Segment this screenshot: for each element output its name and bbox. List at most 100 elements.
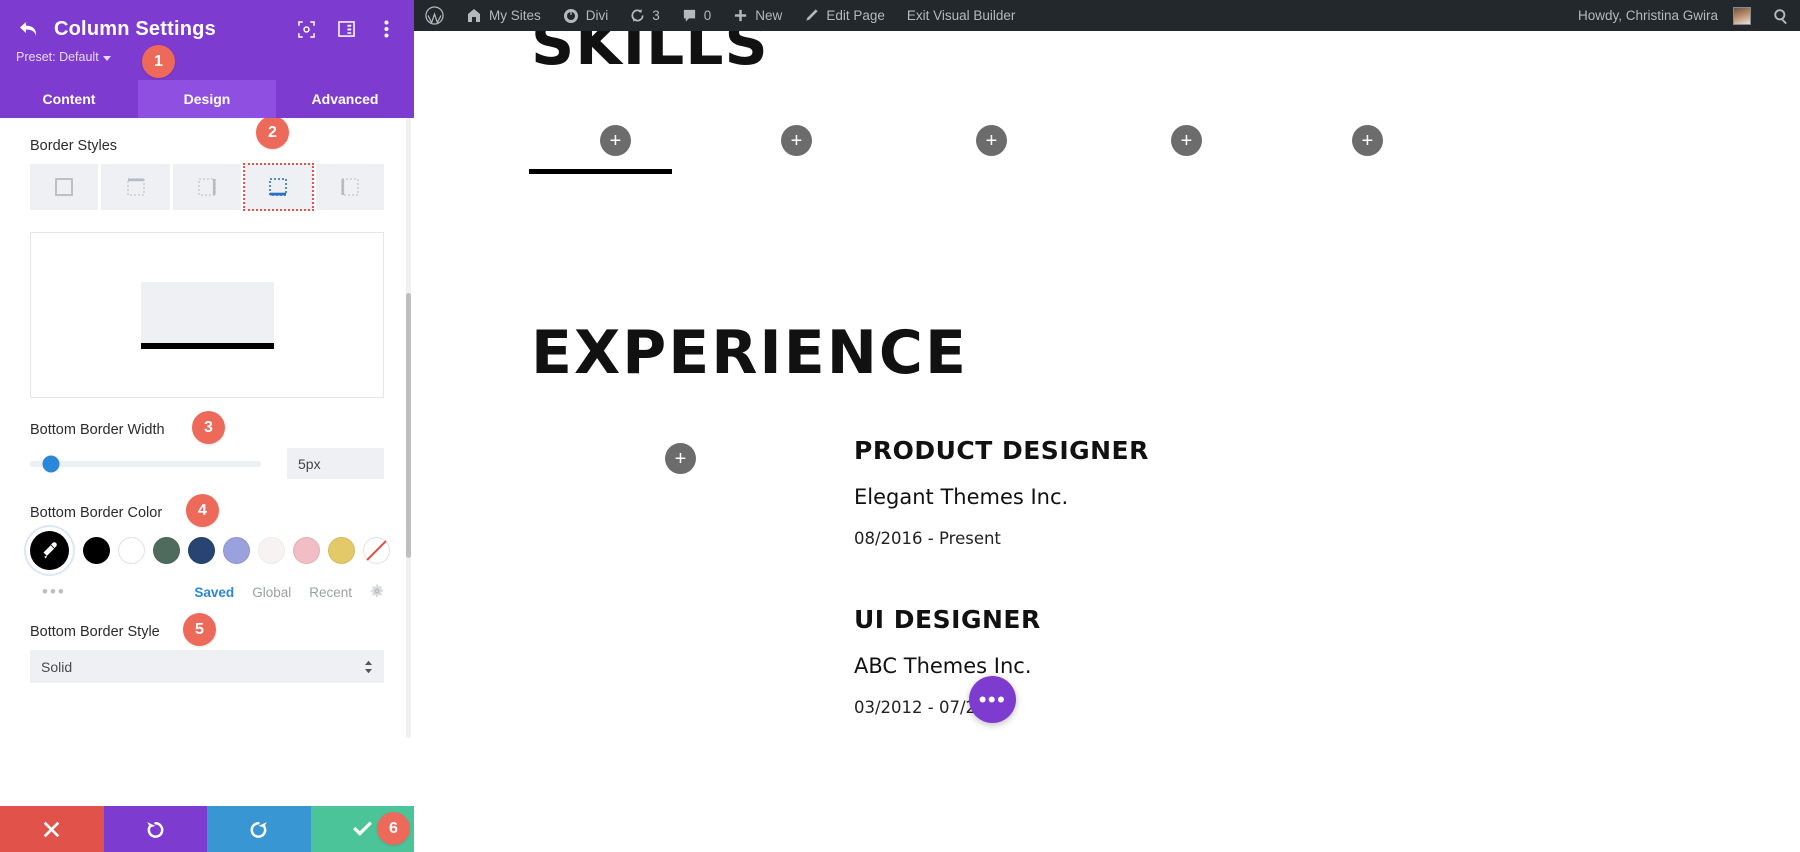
skills-heading: SKILLS <box>531 31 769 79</box>
slider-knob[interactable] <box>42 455 60 472</box>
ellipsis-icon: ••• <box>978 686 1007 712</box>
back-arrow-icon[interactable] <box>16 18 42 40</box>
skills-underline <box>529 169 672 174</box>
add-module-button[interactable]: + <box>600 125 631 156</box>
color-tab-saved[interactable]: Saved <box>194 585 234 600</box>
chevron-down-icon <box>102 55 111 61</box>
adminbar-item-comments[interactable]: 0 <box>671 0 723 31</box>
comment-icon <box>683 9 695 22</box>
color-swatch-navy[interactable] <box>188 537 215 564</box>
border-style-all-sides[interactable] <box>30 164 99 210</box>
color-swatch-periwinkle[interactable] <box>223 537 250 564</box>
add-module-button[interactable]: + <box>1171 125 1202 156</box>
color-swatch-gold[interactable] <box>328 537 355 564</box>
callout-badge-4: 4 <box>186 494 219 527</box>
border-all-sides-icon <box>55 178 74 196</box>
color-tab-recent[interactable]: Recent <box>309 585 352 600</box>
border-styles-label-text: Border Styles <box>30 138 118 154</box>
border-preview-shape <box>140 281 274 349</box>
callout-badge-2: 2 <box>256 118 289 149</box>
adminbar-item-exit-visual-builder[interactable]: Exit Visual Builder <box>896 0 1027 31</box>
panel-body: Border Styles 2 Bottom Border Width 3 5p… <box>0 118 414 806</box>
border-style-right[interactable] <box>172 164 242 210</box>
divi-icon <box>563 8 578 23</box>
job-company: Elegant Themes Inc. <box>854 485 1069 509</box>
column-settings-panel: Column Settings Preset: Default 1 Conten… <box>0 0 414 852</box>
updates-icon <box>631 9 644 22</box>
bottom-border-width-slider[interactable] <box>30 455 261 472</box>
add-module-button[interactable]: + <box>1352 125 1383 156</box>
scrollbar-thumb[interactable] <box>406 293 411 558</box>
adminbar-label-edit-page: Edit Page <box>826 8 885 23</box>
color-swatch-white[interactable] <box>118 537 145 564</box>
layout-columns-icon[interactable] <box>336 19 356 39</box>
add-module-button[interactable]: + <box>976 125 1007 156</box>
border-style-top[interactable] <box>101 164 170 210</box>
job-dates: 08/2016 - Present <box>854 529 1001 548</box>
pencil-icon <box>806 9 818 21</box>
adminbar-label-new: New <box>755 8 783 23</box>
tab-design[interactable]: Design <box>138 80 276 118</box>
bottom-border-color-label-text: Bottom Border Color <box>30 505 163 521</box>
color-tab-global[interactable]: Global <box>252 585 291 600</box>
color-swatch-green[interactable] <box>153 537 180 564</box>
border-style-left[interactable] <box>315 164 385 210</box>
sites-icon <box>468 8 480 22</box>
gear-icon[interactable] <box>370 584 384 601</box>
redo-icon <box>250 821 268 838</box>
adminbar-item-updates[interactable]: 3 <box>619 0 671 31</box>
wp-admin-bar: My Sites Divi 3 0 New Edit Page Exit Vis… <box>414 0 1800 31</box>
cancel-button[interactable] <box>0 806 104 852</box>
plus-icon: + <box>674 447 687 470</box>
adminbar-right-group: Howdy, Christina Gwira <box>1567 0 1800 31</box>
color-picker-button[interactable] <box>30 531 69 570</box>
color-swatch-pink[interactable] <box>293 537 320 564</box>
ellipsis-icon[interactable]: ••• <box>30 582 66 602</box>
adminbar-item-edit-page[interactable]: Edit Page <box>793 0 896 31</box>
panel-action-bar: 6 <box>0 806 414 852</box>
undo-button[interactable] <box>103 806 207 852</box>
avatar <box>1733 6 1751 25</box>
bottom-border-width-input[interactable]: 5px <box>287 448 384 479</box>
adminbar-search-button[interactable] <box>1762 0 1800 31</box>
tab-advanced[interactable]: Advanced <box>276 80 414 118</box>
adminbar-label-comments: 0 <box>703 8 712 23</box>
adminbar-wordpress-logo[interactable] <box>414 0 455 31</box>
page-settings-fab[interactable]: ••• <box>969 676 1016 723</box>
adminbar-label-updates: 3 <box>652 8 660 23</box>
color-options-row: ••• Saved Global Recent <box>30 582 384 602</box>
color-swatch-black[interactable] <box>83 537 110 564</box>
callout-badge-3: 3 <box>192 411 225 444</box>
callout-badge-1: 1 <box>142 45 175 78</box>
border-top-only-icon <box>126 178 145 196</box>
adminbar-item-new[interactable]: New <box>722 0 793 31</box>
redo-button[interactable] <box>207 806 311 852</box>
plus-icon: + <box>609 129 622 152</box>
adminbar-account[interactable]: Howdy, Christina Gwira <box>1567 0 1762 31</box>
add-module-button[interactable]: + <box>665 443 696 474</box>
kebab-menu-icon[interactable] <box>376 19 396 39</box>
preset-label: Preset: Default <box>16 50 99 64</box>
plus-icon: + <box>1180 129 1193 152</box>
job-title: UI DESIGNER <box>854 605 1041 634</box>
checkmark-icon <box>352 821 372 836</box>
search-icon <box>1774 8 1787 24</box>
bottom-border-style-select[interactable]: Solid <box>30 650 384 683</box>
plus-icon: + <box>1361 129 1374 152</box>
chevron-updown-icon <box>364 660 373 674</box>
add-module-button[interactable]: + <box>781 125 812 156</box>
adminbar-item-my-sites[interactable]: My Sites <box>455 0 552 31</box>
color-swatch-none[interactable] <box>363 537 390 564</box>
border-left-only-icon <box>340 178 359 196</box>
border-right-only-icon <box>198 178 216 196</box>
border-style-bottom[interactable] <box>243 163 314 211</box>
adminbar-item-divi[interactable]: Divi <box>552 0 620 31</box>
callout-badge-5: 5 <box>183 613 216 646</box>
eyedropper-icon <box>43 542 57 559</box>
color-swatch-offwhite[interactable] <box>258 537 285 564</box>
tab-content[interactable]: Content <box>0 80 138 118</box>
panel-title: Column Settings <box>54 17 216 40</box>
fullscreen-icon[interactable] <box>296 19 316 39</box>
preset-selector[interactable]: Preset: Default <box>16 50 111 64</box>
plus-icon: + <box>985 129 998 152</box>
